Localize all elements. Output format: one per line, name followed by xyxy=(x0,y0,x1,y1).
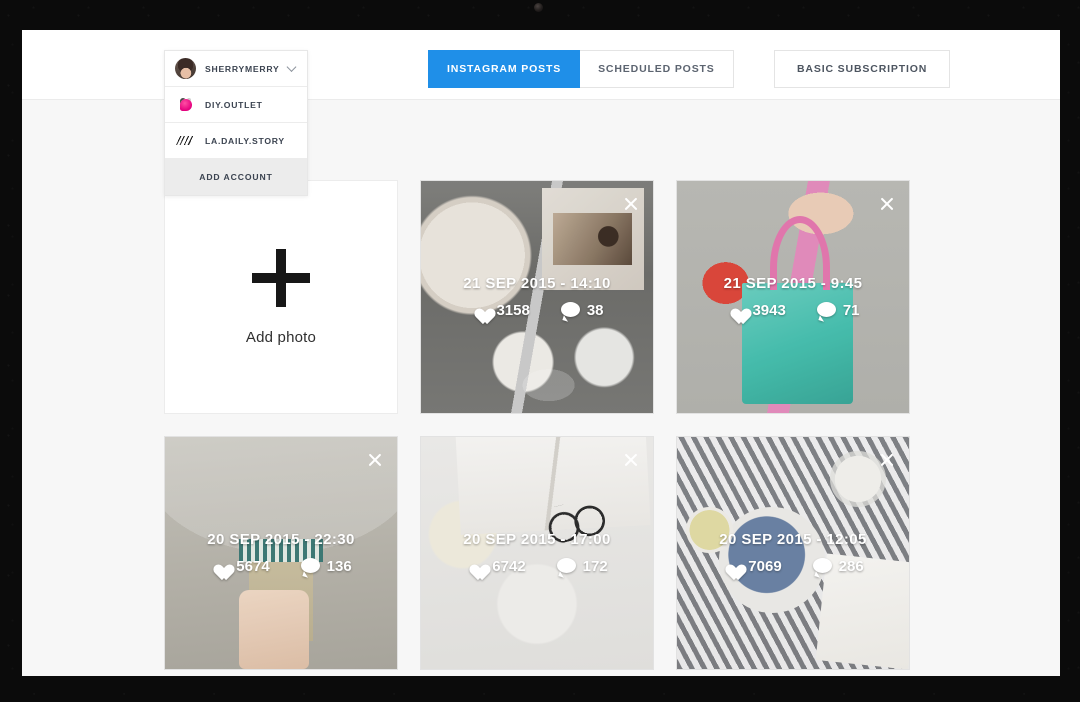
basic-subscription-label: BASIC SUBSCRIPTION xyxy=(797,63,928,75)
basic-subscription-button[interactable]: BASIC SUBSCRIPTION xyxy=(774,50,951,88)
post-image-tint xyxy=(165,437,397,669)
screen: INSTAGRAM POSTS SCHEDULED POSTS BASIC SU… xyxy=(0,0,1080,702)
plus-icon xyxy=(252,248,310,307)
avatar xyxy=(175,130,196,151)
add-account-label: ADD ACCOUNT xyxy=(199,172,273,182)
account-item-sherrymerry[interactable]: SHERRYMERRY xyxy=(165,51,307,87)
account-item-la-daily-story[interactable]: LA.DAILY.STORY xyxy=(165,123,307,159)
account-item-label: SHERRYMERRY xyxy=(205,63,280,74)
tab-scheduled-posts[interactable]: SCHEDULED POSTS xyxy=(580,50,734,88)
webcam-dot-icon xyxy=(534,3,543,12)
account-dropdown: SHERRYMERRY DIY.OUTLET LA.DAILY.STORY AD… xyxy=(164,50,308,196)
post-image-tint xyxy=(677,437,909,669)
close-icon[interactable] xyxy=(622,451,639,468)
post-image-tint xyxy=(677,181,909,413)
account-item-diy-outlet[interactable]: DIY.OUTLET xyxy=(165,87,307,123)
close-icon[interactable] xyxy=(366,451,383,468)
close-icon[interactable] xyxy=(622,195,639,212)
account-item-label: LA.DAILY.STORY xyxy=(205,135,285,146)
post-image-tint xyxy=(421,437,653,669)
account-item-label: DIY.OUTLET xyxy=(205,99,263,110)
post-card[interactable]: 20 SEP 2015 - 22:30 5674 136 xyxy=(164,436,398,670)
tab-scheduled-posts-label: SCHEDULED POSTS xyxy=(598,63,715,75)
avatar xyxy=(175,58,196,79)
view-tabs: INSTAGRAM POSTS SCHEDULED POSTS xyxy=(428,50,734,88)
tab-instagram-posts[interactable]: INSTAGRAM POSTS xyxy=(428,50,581,88)
post-card[interactable]: 21 SEP 2015 - 14:10 3158 38 xyxy=(420,180,654,414)
add-photo-card[interactable]: Add photo xyxy=(164,180,398,414)
add-account-button[interactable]: ADD ACCOUNT xyxy=(165,159,307,195)
posts-grid: Add photo 21 SEP 2015 - 14:10 3158 38 21… xyxy=(164,180,910,670)
add-photo-label: Add photo xyxy=(245,328,317,346)
post-card[interactable]: 20 SEP 2015 - 17:00 6742 172 xyxy=(420,436,654,670)
post-card[interactable]: 21 SEP 2015 - 9:45 3943 71 xyxy=(676,180,910,414)
chevron-down-icon[interactable] xyxy=(286,61,297,72)
avatar xyxy=(175,94,196,115)
app-window: INSTAGRAM POSTS SCHEDULED POSTS BASIC SU… xyxy=(22,30,1060,676)
close-icon[interactable] xyxy=(878,195,895,212)
post-card[interactable]: 20 SEP 2015 - 12:05 7069 286 xyxy=(676,436,910,670)
close-icon[interactable] xyxy=(878,451,895,468)
post-image-tint xyxy=(421,181,653,413)
tab-instagram-posts-label: INSTAGRAM POSTS xyxy=(447,63,562,75)
